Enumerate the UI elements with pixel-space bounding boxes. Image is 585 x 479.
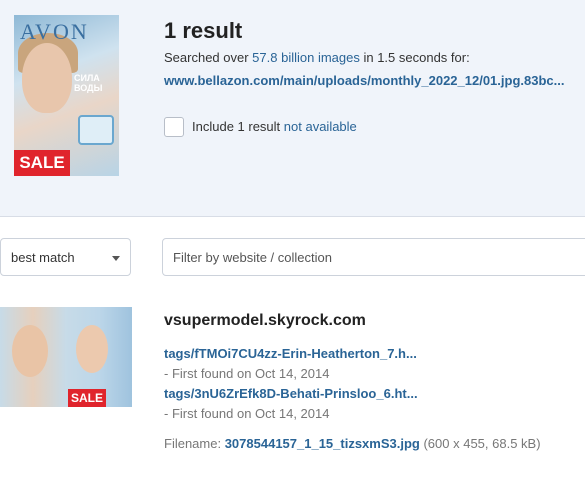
query-url-link[interactable]: www.bellazon.com/main/uploads/monthly_20… (164, 73, 564, 88)
result-image-thumbnail[interactable]: SALE (0, 307, 132, 407)
filter-website-input[interactable] (162, 238, 585, 276)
result-match-date: - First found on Oct 14, 2014 (164, 406, 330, 421)
sort-select[interactable]: best match (0, 238, 131, 276)
result-match-link[interactable]: tags/3nU6ZrEfk8D-Behati-Prinsloo_6.ht... (164, 386, 418, 401)
image-count-link[interactable]: 57.8 billion images (252, 50, 360, 65)
search-stats: Searched over 57.8 billion images in 1.5… (164, 50, 470, 65)
include-label-text: Include 1 result (192, 119, 284, 134)
search-stats-prefix: Searched over (164, 50, 253, 65)
sale-badge: SALE (68, 389, 106, 407)
brand-logo: AVON (20, 19, 89, 44)
face-shape (22, 43, 72, 113)
results-header: AVON СИЛА ВОДЫ SALE 1 result Searched ov… (0, 0, 585, 217)
result-domain[interactable]: vsupermodel.skyrock.com (164, 312, 366, 330)
face-shape (76, 325, 108, 373)
filename-meta: (600 x 455, 68.5 kB) (419, 436, 541, 451)
result-match-link[interactable]: tags/fTMOi7CU4zz-Erin-Heatherton_7.h... (164, 346, 417, 361)
result-filename: Filename: 3078544157_1_15_tizsxmS3.jpg (… (164, 436, 541, 451)
thumbnail-caption: СИЛА ВОДЫ (74, 73, 103, 93)
sort-select-value: best match (11, 250, 75, 265)
include-unavailable-label[interactable]: Include 1 result not available (192, 119, 357, 134)
product-jar (78, 115, 114, 145)
result-match-date: - First found on Oct 14, 2014 (164, 366, 330, 381)
filename-link[interactable]: 3078544157_1_15_tizsxmS3.jpg (225, 436, 420, 451)
not-available-link[interactable]: not available (284, 119, 357, 134)
results-count-title: 1 result (164, 18, 243, 43)
query-image-thumbnail[interactable]: AVON СИЛА ВОДЫ SALE (14, 15, 119, 176)
filename-label: Filename: (164, 436, 225, 451)
face-shape (12, 325, 48, 377)
chevron-down-icon (112, 256, 120, 261)
sale-badge: SALE (14, 150, 70, 176)
include-unavailable-checkbox[interactable] (164, 117, 184, 137)
search-stats-suffix: in 1.5 seconds for: (359, 50, 470, 65)
